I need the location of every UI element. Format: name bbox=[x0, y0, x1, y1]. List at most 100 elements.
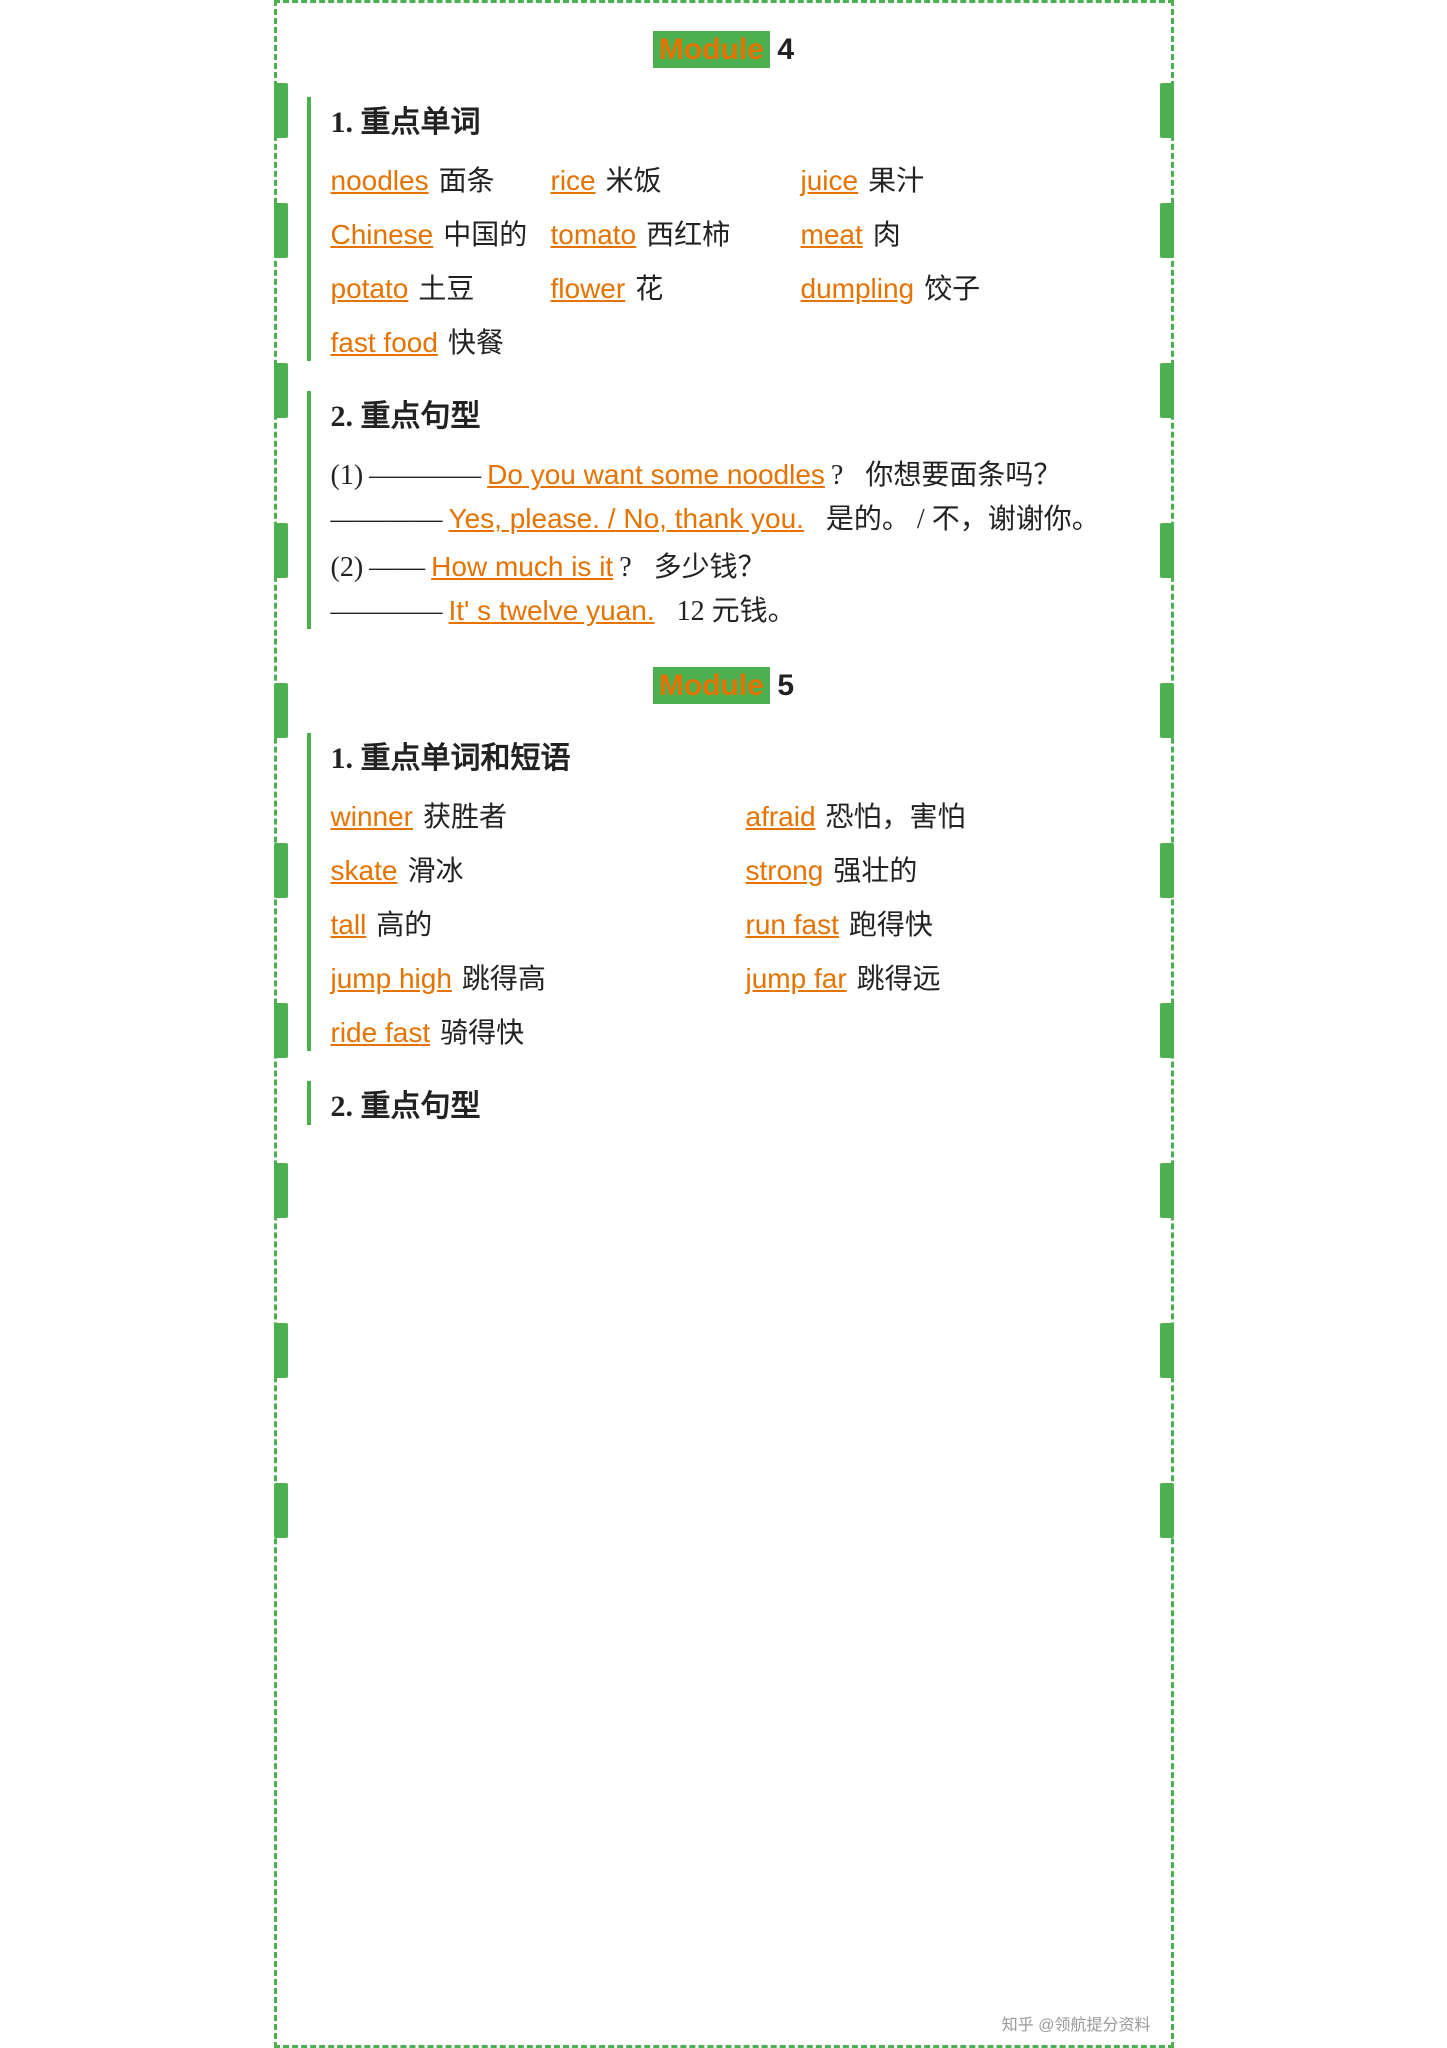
vocab-row-1: noodles 面条 rice 米饭 juice 果汁 bbox=[331, 159, 1141, 199]
vocab-jumpfar: jump far 跳得远 bbox=[746, 957, 1141, 997]
module5-title-word: Module bbox=[653, 667, 770, 704]
side-bar-right-10 bbox=[1160, 1483, 1174, 1538]
vocab-fastfood: fast food 快餐 bbox=[331, 321, 551, 361]
sentence-num-2: (2) bbox=[331, 552, 364, 584]
word-noodles-zh: 面条 bbox=[439, 159, 495, 199]
vocab-ridefast: ride fast 骑得快 bbox=[331, 1011, 726, 1051]
dash-1-2: ———— bbox=[331, 504, 443, 536]
module4-title-word: Module bbox=[653, 31, 770, 68]
section-vocab-4-title: 1. 重点单词 bbox=[331, 97, 1141, 141]
side-bar-left-3 bbox=[274, 363, 288, 418]
side-bar-right-4 bbox=[1160, 523, 1174, 578]
word-runfast-en: run fast bbox=[746, 909, 839, 941]
word-jumpfar-zh: 跳得远 bbox=[857, 957, 941, 997]
vocab-row-4: fast food 快餐 bbox=[331, 321, 1141, 361]
word-jumpfar-en: jump far bbox=[746, 963, 847, 995]
word-dumpling-zh: 饺子 bbox=[924, 267, 980, 307]
s2-q: ? bbox=[619, 552, 631, 584]
word-flower-zh: 花 bbox=[635, 267, 663, 307]
side-bar-left-1 bbox=[274, 83, 288, 138]
word-meat-zh: 肉 bbox=[873, 213, 901, 253]
vocab-rice: rice 米饭 bbox=[551, 159, 801, 199]
vocab-meat: meat 肉 bbox=[801, 213, 1141, 253]
sentence-2-line2: ————It' s twelve yuan. 12 元钱。 bbox=[331, 589, 1141, 629]
vocab-noodles: noodles 面条 bbox=[331, 159, 551, 199]
s1-en: Do you want some noodles bbox=[487, 459, 825, 491]
sentence-2-line1: (2) ——How much is it? 多少钱？ bbox=[331, 545, 1141, 585]
vocab-tomato: tomato 西红柿 bbox=[551, 213, 801, 253]
dash-2-1: —— bbox=[369, 552, 425, 584]
word-tall-zh: 高的 bbox=[376, 903, 432, 943]
word-fastfood-zh: 快餐 bbox=[448, 321, 504, 361]
s2b-zh: 12 元钱。 bbox=[677, 589, 796, 629]
word-meat-en: meat bbox=[801, 219, 863, 251]
vocab-tall: tall 高的 bbox=[331, 903, 726, 943]
module4-header: Module 4 bbox=[307, 33, 1141, 67]
sentence-1-line1: (1) ————Do you want some noodles? 你想要面条吗… bbox=[331, 453, 1141, 493]
word-skate-en: skate bbox=[331, 855, 398, 887]
s2b-en: It' s twelve yuan. bbox=[449, 595, 655, 627]
side-bar-right-8 bbox=[1160, 1163, 1174, 1218]
word-rice-zh: 米饭 bbox=[606, 159, 662, 199]
word-juice-en: juice bbox=[801, 165, 859, 197]
vocab-flower: flower 花 bbox=[551, 267, 801, 307]
section-vocab-5: 1. 重点单词和短语 winner 获胜者 afraid 恐怕，害怕 skate… bbox=[307, 733, 1141, 1051]
vocab-potato: potato 土豆 bbox=[331, 267, 551, 307]
side-bar-left-4 bbox=[274, 523, 288, 578]
word-tomato-en: tomato bbox=[551, 219, 637, 251]
word-winner-zh: 获胜者 bbox=[423, 795, 507, 835]
side-bar-left-9 bbox=[274, 1323, 288, 1378]
s2-zh: 多少钱？ bbox=[654, 545, 766, 585]
vocab-skate: skate 滑冰 bbox=[331, 849, 726, 889]
module4-num: 4 bbox=[777, 33, 794, 66]
vocab-row-3: potato 土豆 flower 花 dumpling 饺子 bbox=[331, 267, 1141, 307]
section-vocab-5-title: 1. 重点单词和短语 bbox=[331, 733, 1141, 777]
word-afraid-zh: 恐怕，害怕 bbox=[826, 795, 966, 835]
vocab-afraid: afraid 恐怕，害怕 bbox=[746, 795, 1141, 835]
word-chinese-en: Chinese bbox=[331, 219, 434, 251]
module5-header: Module 5 bbox=[307, 669, 1141, 703]
sentence-1-line2: ————Yes, please. / No, thank you. 是的。 / … bbox=[331, 497, 1141, 537]
vocab5-grid: winner 获胜者 afraid 恐怕，害怕 skate 滑冰 strong … bbox=[331, 795, 1141, 1051]
vocab-dumpling: dumpling 饺子 bbox=[801, 267, 1141, 307]
side-bar-right-6 bbox=[1160, 843, 1174, 898]
word-flower-en: flower bbox=[551, 273, 626, 305]
sentence-group-2: (2) ——How much is it? 多少钱？ ————It' s twe… bbox=[331, 545, 1141, 629]
side-bar-right-7 bbox=[1160, 1003, 1174, 1058]
vocab-chinese: Chinese 中国的 bbox=[331, 213, 551, 253]
section-sentence-5-title: 2. 重点句型 bbox=[331, 1081, 1141, 1125]
word-ridefast-en: ride fast bbox=[331, 1017, 431, 1049]
word-afraid-en: afraid bbox=[746, 801, 816, 833]
word-fastfood-en: fast food bbox=[331, 327, 438, 359]
section-sentence-4-title: 2. 重点句型 bbox=[331, 391, 1141, 435]
dash-1-1: ———— bbox=[369, 460, 481, 492]
sentence-num-1: (1) bbox=[331, 460, 364, 492]
word-juice-zh: 果汁 bbox=[868, 159, 924, 199]
side-bar-left-8 bbox=[274, 1163, 288, 1218]
side-bar-left-10 bbox=[274, 1483, 288, 1538]
word-noodles-en: noodles bbox=[331, 165, 429, 197]
side-bar-right-1 bbox=[1160, 83, 1174, 138]
section-sentence-5: 2. 重点句型 bbox=[307, 1081, 1141, 1125]
word-winner-en: winner bbox=[331, 801, 413, 833]
side-bar-left-2 bbox=[274, 203, 288, 258]
s2-en: How much is it bbox=[431, 551, 613, 583]
side-bar-right-5 bbox=[1160, 683, 1174, 738]
side-bar-left-6 bbox=[274, 843, 288, 898]
word-jumphigh-zh: 跳得高 bbox=[462, 957, 546, 997]
word-potato-en: potato bbox=[331, 273, 409, 305]
watermark: 知乎 @领航提分资料 bbox=[1002, 2011, 1151, 2035]
word-tall-en: tall bbox=[331, 909, 367, 941]
section-sentence-4: 2. 重点句型 (1) ————Do you want some noodles… bbox=[307, 391, 1141, 629]
word-strong-en: strong bbox=[746, 855, 824, 887]
word-rice-en: rice bbox=[551, 165, 596, 197]
s1b-zh: 是的。 / 不，谢谢你。 bbox=[826, 497, 1100, 537]
section-vocab-4: 1. 重点单词 noodles 面条 rice 米饭 juice 果汁 Chin… bbox=[307, 97, 1141, 361]
s1-zh: 你想要面条吗？ bbox=[865, 453, 1061, 493]
vocab-jumphigh: jump high 跳得高 bbox=[331, 957, 726, 997]
sentence-group-1: (1) ————Do you want some noodles? 你想要面条吗… bbox=[331, 453, 1141, 537]
vocab-winner: winner 获胜者 bbox=[331, 795, 726, 835]
side-bar-right-3 bbox=[1160, 363, 1174, 418]
dash-2-2: ———— bbox=[331, 596, 443, 628]
word-tomato-zh: 西红柿 bbox=[646, 213, 730, 253]
